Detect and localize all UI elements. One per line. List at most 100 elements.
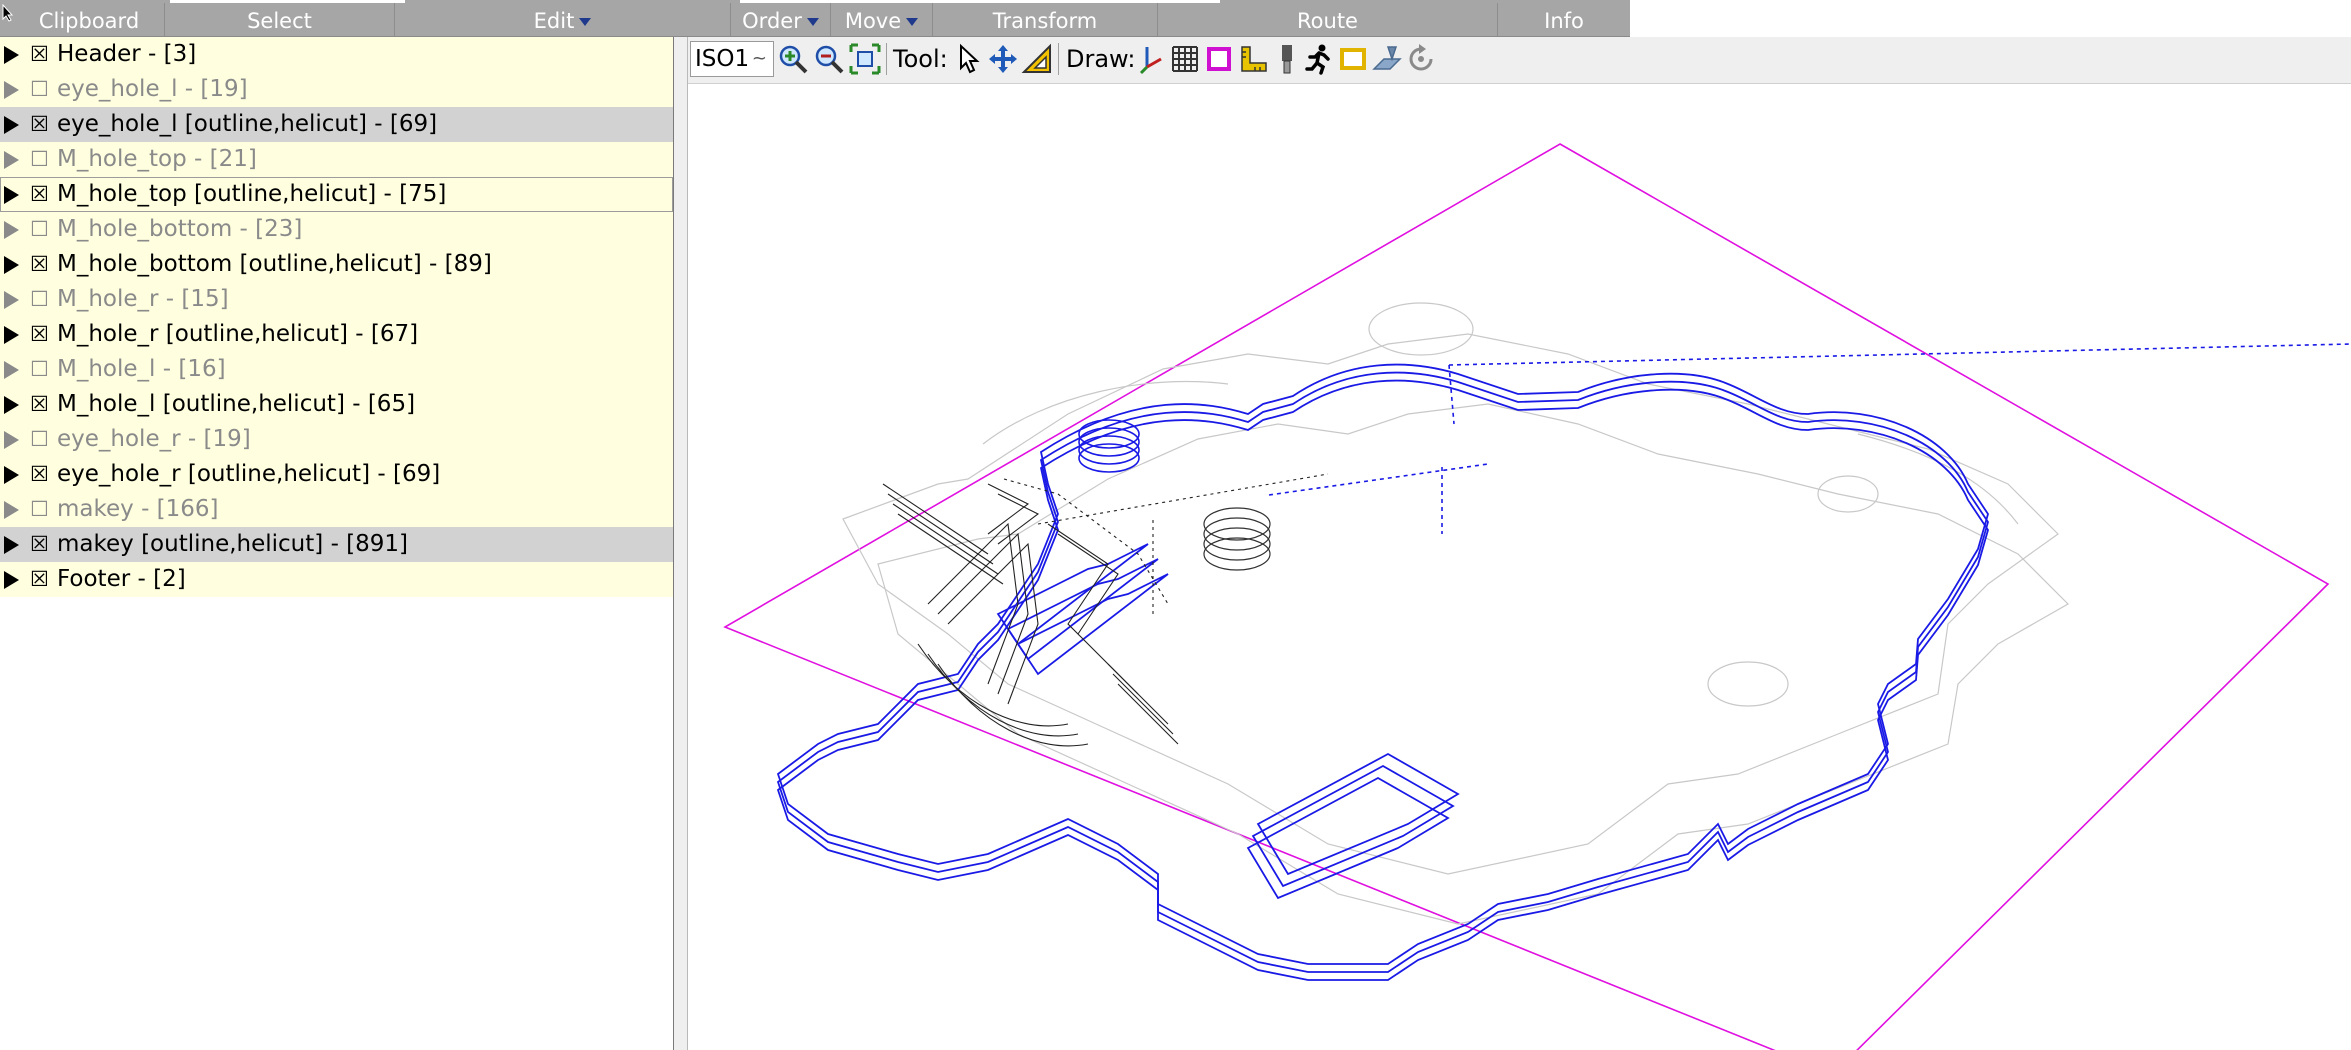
menu-edit[interactable]: Edit [394, 3, 730, 36]
machine-icon[interactable] [1370, 41, 1404, 77]
layer-row[interactable]: ☒ eye_hole_l [outline,helicut] - [69] [0, 107, 673, 142]
layer-row[interactable]: ☐ eye_hole_r - [19] [0, 422, 673, 457]
layer-checkbox[interactable]: ☒ [30, 527, 49, 562]
expand-arrow-icon[interactable] [4, 81, 19, 99]
expand-arrow-icon[interactable] [4, 571, 19, 589]
layer-checkbox[interactable]: ☒ [30, 177, 49, 212]
rotate-icon[interactable] [1404, 41, 1438, 77]
layer-label: eye_hole_l - [19] [57, 76, 248, 102]
yellow-frame-icon[interactable] [1336, 41, 1370, 77]
view-select[interactable]: ISO1 ~ [690, 41, 774, 77]
menu-clipboard[interactable]: Clipboard [14, 3, 164, 36]
layer-checkbox[interactable]: ☒ [30, 247, 49, 282]
menu-select[interactable]: Select [164, 3, 394, 36]
expand-arrow-icon[interactable] [4, 361, 19, 379]
layer-checkbox[interactable]: ☐ [30, 352, 49, 387]
layer-row[interactable]: ☒ M_hole_top [outline,helicut] - [75] [0, 177, 673, 212]
expand-arrow-icon[interactable] [4, 256, 19, 274]
zoom-fit-icon[interactable] [848, 41, 882, 77]
chevron-down-icon [906, 18, 919, 26]
layer-row[interactable]: ☐ eye_hole_l - [19] [0, 72, 673, 107]
expand-arrow-icon[interactable] [4, 221, 19, 239]
expand-arrow-icon[interactable] [4, 466, 19, 484]
layer-label: M_hole_l [outline,helicut] - [65] [57, 391, 416, 417]
layer-tree: ☒ Header - [3] ☐ eye_hole_l - [19] ☒ eye_hole… [0, 37, 673, 597]
layer-row[interactable]: ☒ Footer - [2] [0, 562, 673, 597]
menu-info[interactable]: Info [1497, 3, 1630, 36]
layer-label: eye_hole_l [outline,helicut] - [69] [57, 111, 438, 137]
expand-arrow-icon[interactable] [4, 46, 19, 64]
layer-checkbox[interactable]: ☐ [30, 72, 49, 107]
rapid-moves [1268, 343, 2351, 534]
chevron-down-icon [579, 18, 592, 26]
layer-label: M_hole_bottom [outline,helicut] - [89] [57, 251, 492, 277]
layer-label: M_hole_r - [15] [57, 286, 229, 312]
expand-arrow-icon[interactable] [4, 431, 19, 449]
layer-row[interactable]: ☐ M_hole_l - [16] [0, 352, 673, 387]
layer-label: M_hole_bottom - [23] [57, 216, 303, 242]
iso-view-canvas[interactable] [688, 84, 2351, 1050]
move-arrows-icon[interactable] [986, 41, 1020, 77]
panel-splitter[interactable] [674, 37, 688, 1050]
menu-move[interactable]: Move [830, 3, 932, 36]
layer-row[interactable]: ☐ M_hole_r - [15] [0, 282, 673, 317]
part-outline [842, 302, 2069, 925]
layer-checkbox[interactable]: ☒ [30, 107, 49, 142]
eye-hole-helix-r [1203, 507, 1271, 571]
layer-checkbox[interactable]: ☐ [30, 422, 49, 457]
expand-arrow-icon[interactable] [4, 291, 19, 309]
expand-arrow-icon[interactable] [4, 326, 19, 344]
layer-row[interactable]: ☒ M_hole_r [outline,helicut] - [67] [0, 317, 673, 352]
layer-checkbox[interactable]: ☐ [30, 492, 49, 527]
layer-label: M_hole_l - [16] [57, 356, 226, 382]
expand-arrow-icon[interactable] [4, 186, 19, 204]
ruler-icon[interactable] [1236, 41, 1270, 77]
magenta-box-icon[interactable] [1202, 41, 1236, 77]
layer-row[interactable]: ☒ M_hole_bottom [outline,helicut] - [89] [0, 247, 673, 282]
layer-row[interactable]: ☒ Header - [3] [0, 37, 673, 72]
layer-checkbox[interactable]: ☒ [30, 317, 49, 352]
layer-row[interactable]: ☐ makey - [166] [0, 492, 673, 527]
layer-label: Header - [3] [57, 41, 197, 67]
zoom-out-icon[interactable] [812, 41, 846, 77]
pointer-arrow-icon[interactable] [952, 41, 986, 77]
layer-row[interactable]: ☐ M_hole_bottom - [23] [0, 212, 673, 247]
toolpath-outline [776, 363, 1989, 981]
grid-icon[interactable] [1168, 41, 1202, 77]
toolpath-drawing [723, 143, 2351, 1050]
draw-label: Draw: [1066, 45, 1136, 73]
m-hole-helicut [882, 483, 1179, 747]
layer-label: Footer - [2] [57, 566, 186, 592]
view-toolbar: ISO1 ~ Tool: Draw: [688, 37, 2351, 84]
layer-row[interactable]: ☒ makey [outline,helicut] - [891] [0, 527, 673, 562]
expand-arrow-icon[interactable] [4, 116, 19, 134]
layer-checkbox[interactable]: ☐ [30, 282, 49, 317]
layer-checkbox[interactable]: ☐ [30, 142, 49, 177]
menu-transform[interactable]: Transform [932, 3, 1157, 36]
expand-arrow-icon[interactable] [4, 151, 19, 169]
toolbar-separator [886, 43, 887, 75]
expand-arrow-icon[interactable] [4, 396, 19, 414]
layer-row[interactable]: ☐ M_hole_top - [21] [0, 142, 673, 177]
tool-bit-icon[interactable] [1270, 41, 1304, 77]
axes-icon[interactable] [1134, 41, 1168, 77]
expand-arrow-icon[interactable] [4, 501, 19, 519]
menu-bar: Clipboard Select Edit Order Move Transfo… [0, 0, 1630, 37]
layer-row[interactable]: ☒ M_hole_l [outline,helicut] - [65] [0, 387, 673, 422]
zoom-in-icon[interactable] [776, 41, 810, 77]
set-square-icon[interactable] [1020, 41, 1054, 77]
layer-checkbox[interactable]: ☒ [30, 457, 49, 492]
layer-panel: ☒ Header - [3] ☐ eye_hole_l - [19] ☒ eye_hole… [0, 37, 674, 1050]
layer-checkbox[interactable]: ☒ [30, 562, 49, 597]
menu-order[interactable]: Order [730, 3, 830, 36]
layer-checkbox[interactable]: ☒ [30, 37, 49, 72]
layer-checkbox[interactable]: ☐ [30, 212, 49, 247]
layer-label: M_hole_r [outline,helicut] - [67] [57, 321, 419, 347]
menu-route[interactable]: Route [1157, 3, 1497, 36]
layer-checkbox[interactable]: ☒ [30, 387, 49, 422]
layer-row[interactable]: ☒ eye_hole_r [outline,helicut] - [69] [0, 457, 673, 492]
chevron-down-icon [806, 18, 819, 26]
expand-arrow-icon[interactable] [4, 536, 19, 554]
running-man-icon[interactable] [1302, 41, 1336, 77]
mouse-cursor-icon [2, 4, 14, 22]
